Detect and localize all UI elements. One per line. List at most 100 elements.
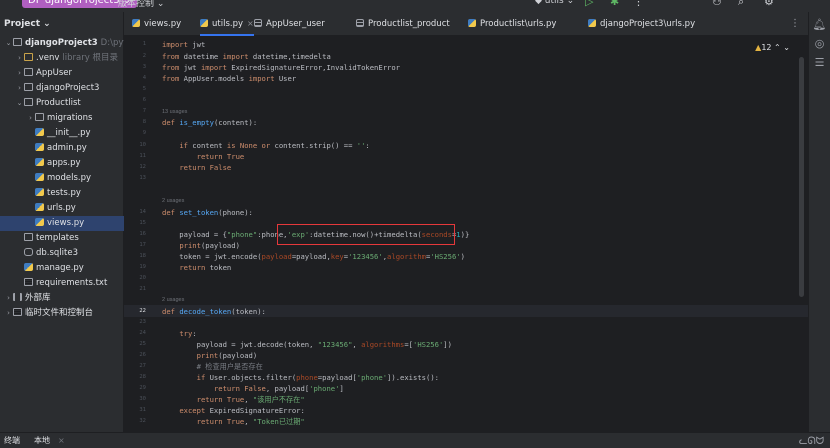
tree-item[interactable]: apps.py	[0, 156, 124, 171]
usage-hint[interactable]: 2 usages	[162, 198, 184, 204]
run-config-selector[interactable]: ◆ utils ⌄	[535, 0, 574, 6]
tree-item[interactable]: templates	[0, 231, 124, 246]
line-number[interactable]: 25	[124, 341, 146, 347]
tree-item[interactable]: __init__.py	[0, 126, 124, 141]
line-number[interactable]: 31	[124, 407, 146, 413]
tree-item[interactable]: db.sqlite3	[0, 246, 124, 261]
editor-tab[interactable]: utils.py ×	[200, 12, 254, 36]
line-number[interactable]: 10	[124, 142, 146, 148]
debug-icon[interactable]: ✱	[610, 0, 619, 8]
tree-item-label: db.sqlite3	[36, 248, 79, 258]
expand-chevron-icon[interactable]: ›	[15, 51, 24, 66]
project-panel-header[interactable]: Project ⌄	[0, 12, 123, 36]
expand-chevron-icon[interactable]: ›	[15, 66, 24, 81]
notifications-icon[interactable]: 🔔︎	[809, 18, 830, 31]
line-number[interactable]: 29	[124, 385, 146, 391]
line-number[interactable]: 16	[124, 231, 146, 237]
tree-item[interactable]: › .venv library 根目录	[0, 51, 124, 66]
editor-tab[interactable]: AppUser_user	[254, 12, 325, 36]
line-number[interactable]: 30	[124, 396, 146, 402]
expand-chevron-icon[interactable]: ⌄	[4, 36, 13, 51]
tree-item-label: templates	[36, 233, 79, 243]
line-number[interactable]: 26	[124, 352, 146, 358]
line-number[interactable]: 15	[124, 220, 146, 226]
tree-item[interactable]: urls.py	[0, 201, 124, 216]
editor-tab-bar: views.py utils.py × AppUser_user Productlist…	[124, 12, 808, 36]
folder-icon	[13, 38, 22, 46]
expand-chevron-icon[interactable]: ›	[26, 111, 35, 126]
line-number[interactable]: 18	[124, 253, 146, 259]
expand-chevron-icon[interactable]: ⌄	[15, 96, 24, 111]
line-number[interactable]: 2	[124, 53, 146, 59]
line-number[interactable]: 9	[124, 130, 146, 136]
editor-scrollbar[interactable]	[799, 57, 804, 297]
settings-icon[interactable]: ⚙	[764, 0, 774, 8]
editor-tab[interactable]: djangoProject3\urls.py	[588, 12, 695, 36]
line-number[interactable]: 19	[124, 264, 146, 270]
editor-tab[interactable]: Productlist\urls.py	[468, 12, 556, 36]
code-line: print(payload)	[179, 241, 240, 250]
inspection-widget[interactable]: ▲12 ⌃ ⌄	[755, 43, 790, 52]
usage-hint[interactable]: 2 usages	[162, 297, 184, 303]
line-number[interactable]: 23	[124, 319, 146, 325]
line-number[interactable]: 28	[124, 374, 146, 380]
line-number[interactable]: 22	[124, 308, 146, 314]
database-icon[interactable]: ☰	[809, 56, 830, 69]
expand-chevron-icon[interactable]: ›	[4, 291, 13, 306]
tree-item[interactable]: › djangoProject3	[0, 81, 124, 96]
editor-tab[interactable]: views.py	[132, 12, 181, 36]
line-number[interactable]: 24	[124, 330, 146, 336]
line-number[interactable]: 21	[124, 286, 146, 292]
line-number[interactable]: 13	[124, 175, 146, 181]
line-number[interactable]: 6	[124, 97, 146, 103]
tree-item[interactable]: › 临时文件和控制台	[0, 306, 124, 321]
terminal-tab[interactable]: 终端	[4, 433, 20, 448]
editor-tab[interactable]: Productlist_product	[356, 12, 450, 36]
tree-item[interactable]: views.py	[0, 216, 124, 231]
tree-item[interactable]: requirements.txt	[0, 276, 124, 291]
line-number[interactable]: 32	[124, 418, 146, 424]
line-number[interactable]: 8	[124, 119, 146, 125]
ai-assistant-icon[interactable]: ◎	[809, 37, 830, 50]
line-number[interactable]: 3	[124, 64, 146, 70]
code-editor[interactable]: 1 2 3 4 5 6 7 8 9 10 11 12 13 14 15 16 17 18 19 20 21 22 23 24 2…	[124, 37, 808, 432]
line-number[interactable]: 1	[124, 41, 146, 47]
tree-item[interactable]: ⌄ djangoProject3D:\python	[0, 36, 124, 51]
vcs-menu[interactable]: 版本控制 ⌄	[118, 0, 164, 9]
line-number[interactable]: 5	[124, 86, 146, 92]
close-tab-icon[interactable]: ×	[247, 19, 254, 28]
editor-tab-label: Productlist\urls.py	[480, 19, 557, 29]
tree-item[interactable]: manage.py	[0, 261, 124, 276]
tree-item[interactable]: admin.py	[0, 141, 124, 156]
tree-item[interactable]: › 外部库	[0, 291, 124, 306]
tree-item[interactable]: ⌄ Productlist	[0, 96, 124, 111]
local-tab[interactable]: 本地	[34, 433, 50, 448]
tree-item-label: djangoProject3	[36, 83, 100, 93]
line-number[interactable]: 7	[124, 108, 146, 114]
line-number[interactable]: 11	[124, 153, 146, 159]
py-icon	[24, 263, 33, 271]
usage-hint[interactable]: 13 usages	[162, 109, 187, 115]
add-user-icon[interactable]: ⚇	[712, 0, 722, 8]
line-number[interactable]: 20	[124, 275, 146, 281]
line-number[interactable]: 14	[124, 209, 146, 215]
tree-item[interactable]: › migrations	[0, 111, 124, 126]
expand-chevron-icon[interactable]: ›	[4, 306, 13, 321]
tree-item[interactable]: tests.py	[0, 186, 124, 201]
line-number[interactable]: 17	[124, 242, 146, 248]
line-number[interactable]: 4	[124, 75, 146, 81]
code-line: return token	[179, 263, 232, 272]
project-panel-title: Project	[4, 19, 41, 29]
close-local-tab-icon[interactable]: ×	[58, 433, 65, 448]
tabs-more-icon[interactable]: ⋮	[790, 12, 800, 36]
tree-item[interactable]: models.py	[0, 171, 124, 186]
line-number[interactable]: 27	[124, 363, 146, 369]
expand-chevron-icon[interactable]: ›	[15, 81, 24, 96]
tree-item-label: .venv	[36, 53, 60, 63]
run-icon[interactable]: ▷	[585, 0, 593, 8]
more-actions-icon[interactable]: ⋮	[633, 0, 644, 8]
line-number[interactable]: 12	[124, 164, 146, 170]
python-file-icon	[200, 19, 208, 27]
search-icon[interactable]: ⌕	[738, 0, 744, 9]
tree-item[interactable]: › AppUser	[0, 66, 124, 81]
